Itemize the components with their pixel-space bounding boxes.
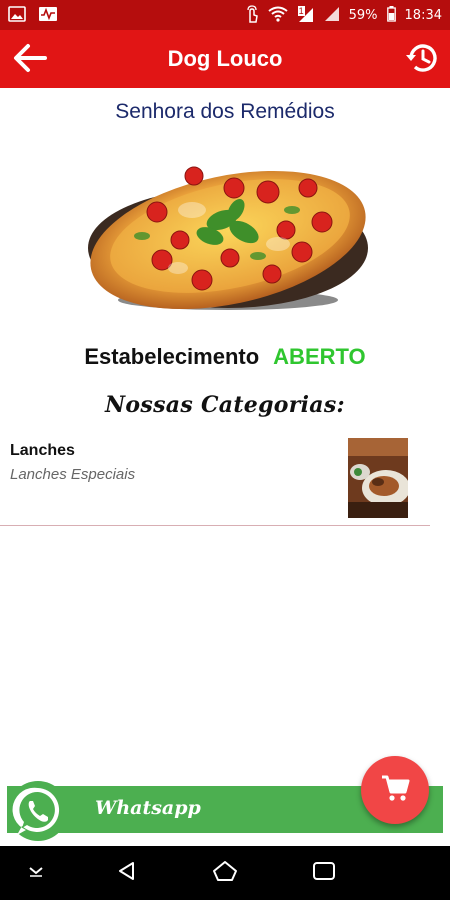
home-icon (212, 860, 238, 887)
nav-back-button[interactable] (112, 858, 142, 888)
nav-home-button[interactable] (210, 858, 240, 888)
categories-heading: Nossas Categorias: (105, 392, 345, 418)
battery-percent: 59% (348, 7, 378, 23)
status-label: Estabelecimento (84, 344, 260, 369)
hide-keyboard-button[interactable] (21, 858, 51, 888)
cart-button[interactable] (361, 756, 429, 824)
triangle-back-icon (116, 860, 138, 887)
chevron-down-icon (27, 864, 45, 882)
gallery-icon (8, 5, 26, 25)
status-bar: 1 59% 18:34 (0, 0, 450, 30)
store-name: Senhora dos Remédios (115, 100, 335, 123)
category-name: Lanches (10, 442, 75, 459)
recents-icon (312, 861, 336, 886)
list-item[interactable]: Lanches Lanches Especiais (0, 432, 430, 526)
history-icon (405, 41, 439, 80)
store-banner-image (82, 140, 370, 316)
status-badge: ABERTO (273, 344, 366, 369)
screen: 1 59% 18:34 Dog Louco Senhora dos Remédi… (0, 0, 450, 900)
category-description: Lanches Especiais (10, 466, 136, 483)
sim-label: 1 (297, 6, 305, 16)
whatsapp-label: Whatsapp (95, 797, 201, 819)
establishment-status: Estabelecimento ABERTO (0, 344, 450, 370)
signal-sim1-icon: 1 (297, 6, 315, 23)
history-button[interactable] (402, 40, 442, 80)
signal-sim2-icon (324, 6, 340, 25)
arrow-left-icon (12, 43, 48, 78)
wifi-icon (268, 6, 288, 25)
back-button[interactable] (10, 40, 50, 80)
page-title: Dog Louco (167, 46, 283, 71)
whatsapp-icon (7, 780, 69, 842)
app-bar: Dog Louco (0, 30, 450, 88)
shopping-cart-icon (380, 773, 410, 808)
navigation-bar (0, 846, 450, 900)
category-thumbnail (348, 438, 408, 518)
touch-icon (245, 4, 259, 26)
activity-icon (38, 6, 58, 25)
battery-icon (386, 5, 396, 25)
clock: 18:34 (404, 7, 442, 23)
nav-recents-button[interactable] (309, 858, 339, 888)
